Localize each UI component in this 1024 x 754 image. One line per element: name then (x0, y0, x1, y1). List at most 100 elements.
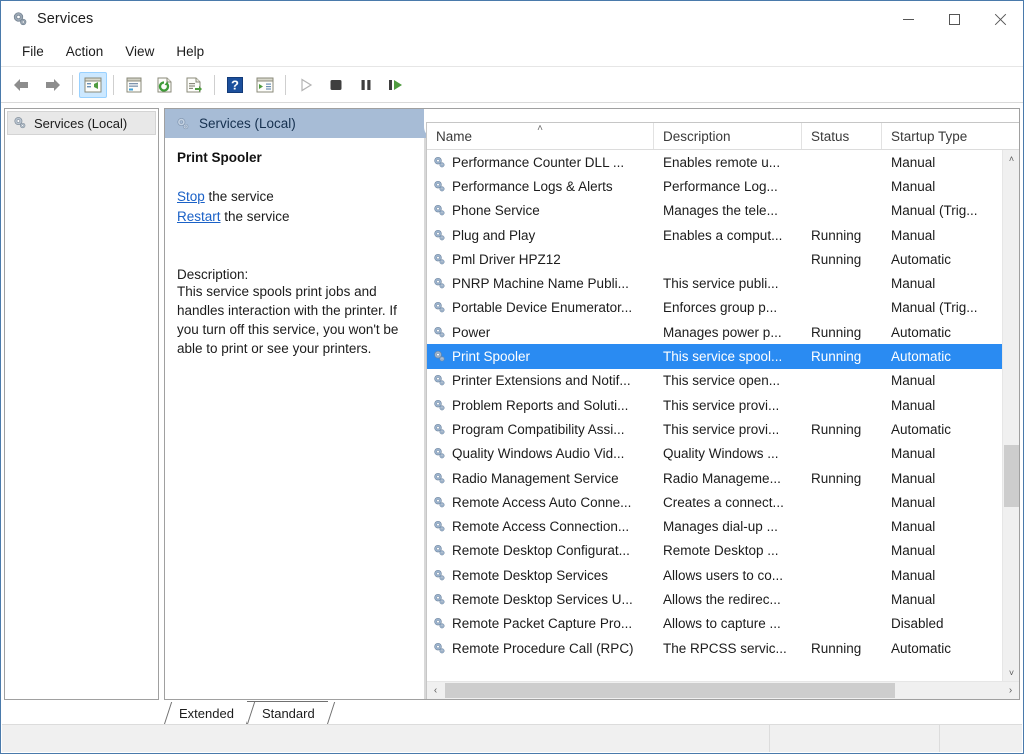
table-row[interactable]: Remote Access Connection...Manages dial-… (427, 514, 1002, 538)
cell-name: Plug and Play (427, 228, 654, 243)
scroll-down-icon[interactable]: ˅ (1003, 664, 1019, 681)
service-gear-icon (432, 616, 447, 631)
menu-action[interactable]: Action (55, 41, 115, 62)
pause-service-button[interactable] (352, 72, 380, 98)
column-header-status[interactable]: Status (802, 123, 882, 149)
table-row[interactable]: Performance Logs & AlertsPerformance Log… (427, 174, 1002, 198)
menu-help[interactable]: Help (165, 41, 215, 62)
scroll-up-icon[interactable]: ˄ (1003, 150, 1019, 167)
refresh-icon (154, 76, 174, 94)
cell-name: Performance Counter DLL ... (427, 155, 654, 170)
horizontal-scrollbar[interactable]: ‹ › (427, 681, 1019, 699)
detail-service-name: Print Spooler (177, 150, 414, 165)
table-row[interactable]: Program Compatibility Assi... This servic… (427, 417, 1002, 441)
service-name-label: Print Spooler (452, 349, 530, 364)
table-row[interactable]: Remote Packet Capture Pro...Allows to ca… (427, 612, 1002, 636)
cell-startup-type: Manual (882, 155, 1000, 170)
table-row[interactable]: Remote Desktop Services U...Allows the r… (427, 587, 1002, 611)
table-row[interactable]: Printer Extensions and Notif...This serv… (427, 369, 1002, 393)
column-header-startup-type[interactable]: Startup Type (882, 123, 1000, 149)
cell-description: Creates a connect... (654, 495, 802, 510)
restart-the-service-link[interactable]: Restart (177, 209, 221, 224)
show-hide-action-pane-button[interactable] (251, 72, 279, 98)
minimize-icon (903, 19, 914, 20)
table-row[interactable]: Remote Access Auto Conne... Creates a con… (427, 490, 1002, 514)
table-row[interactable]: Radio Management ServiceRadio Manageme..… (427, 466, 1002, 490)
table-row[interactable]: Performance Counter DLL ...Enables remot… (427, 150, 1002, 174)
scroll-left-icon[interactable]: ‹ (427, 682, 444, 699)
stop-service-button[interactable] (322, 72, 350, 98)
service-name-label: Remote Desktop Services U... (452, 592, 633, 607)
console-tree-pane: Services (Local) (4, 108, 159, 700)
results-pane: Services (Local) Print Spooler Stop the … (164, 108, 1020, 700)
export-list-button[interactable] (180, 72, 208, 98)
forward-button[interactable] (38, 72, 66, 98)
service-gear-icon (432, 325, 447, 340)
table-row[interactable]: Plug and PlayEnables a comput...RunningM… (427, 223, 1002, 247)
cell-name: PNRP Machine Name Publi... (427, 276, 654, 291)
cell-status: Running (802, 325, 882, 340)
service-name-label: Remote Access Auto Conne... (452, 495, 631, 510)
column-header-name[interactable]: ˄ Name (427, 123, 654, 149)
cell-description: This service provi... (654, 422, 802, 437)
menu-view[interactable]: View (114, 41, 165, 62)
cell-startup-type: Manual (882, 519, 1000, 534)
cell-description: This service open... (654, 373, 802, 388)
tab-standard-label: Standard (262, 706, 315, 721)
stop-the-service-suffix: the service (205, 189, 274, 204)
menu-file[interactable]: File (11, 41, 55, 62)
tab-extended[interactable]: Extended (164, 702, 247, 725)
maximize-button[interactable] (931, 1, 977, 37)
cell-startup-type: Manual (882, 276, 1000, 291)
horizontal-scroll-thumb[interactable] (445, 683, 895, 698)
stop-the-service-link[interactable]: Stop (177, 189, 205, 204)
cell-name: Remote Desktop Services U... (427, 592, 654, 607)
restart-service-button[interactable] (382, 72, 410, 98)
arrow-right-icon (42, 77, 62, 93)
service-gear-icon (432, 543, 447, 558)
refresh-button[interactable] (150, 72, 178, 98)
services-window: Services File Action View Help (0, 0, 1024, 754)
close-button[interactable] (977, 1, 1023, 37)
table-row[interactable]: Remote Desktop ServicesAllows users to c… (427, 563, 1002, 587)
service-name-label: Radio Management Service (452, 471, 619, 486)
tree-item-services-local[interactable]: Services (Local) (7, 111, 156, 135)
status-bar-middle (770, 725, 940, 752)
restart-the-service-row: Restart the service (177, 207, 414, 227)
service-gear-icon (432, 568, 447, 583)
start-service-button[interactable] (292, 72, 320, 98)
stop-icon (328, 77, 344, 93)
table-row[interactable]: Remote Desktop Configurat...Remote Deskt… (427, 539, 1002, 563)
restart-the-service-suffix: the service (221, 209, 290, 224)
service-name-label: Program Compatibility Assi... (452, 422, 625, 437)
cell-description: Remote Desktop ... (654, 543, 802, 558)
column-header-description[interactable]: Description (654, 123, 802, 149)
table-row[interactable]: Quality Windows Audio Vid...Quality Wind… (427, 442, 1002, 466)
table-row[interactable]: Remote Procedure Call (RPC)The RPCSS ser… (427, 636, 1002, 660)
help-button[interactable]: ? (221, 72, 249, 98)
service-name-label: Performance Logs & Alerts (452, 179, 613, 194)
scroll-right-icon[interactable]: › (1002, 682, 1019, 699)
vertical-scroll-thumb[interactable] (1004, 445, 1019, 507)
table-row[interactable]: Phone ServiceManages the tele...Manual (… (427, 199, 1002, 223)
cell-startup-type: Manual (882, 592, 1000, 607)
table-row[interactable]: PNRP Machine Name Publi...This service p… (427, 271, 1002, 295)
cell-startup-type: Manual (882, 373, 1000, 388)
table-row[interactable]: Pml Driver HPZ12RunningAutomatic (427, 247, 1002, 271)
tab-standard[interactable]: Standard (247, 701, 328, 725)
service-name-label: Phone Service (452, 203, 540, 218)
cell-name: Phone Service (427, 203, 654, 218)
status-bar-main (2, 725, 770, 752)
table-row[interactable]: Problem Reports and Soluti...This servic… (427, 393, 1002, 417)
properties-button[interactable] (120, 72, 148, 98)
cell-name: Problem Reports and Soluti... (427, 398, 654, 413)
service-detail-pane: Print Spooler Stop the service Restart t… (165, 138, 424, 699)
minimize-button[interactable] (885, 1, 931, 37)
show-hide-console-tree-button[interactable] (79, 72, 107, 98)
table-row[interactable]: PowerManages power p...RunningAutomatic (427, 320, 1002, 344)
back-button[interactable] (8, 72, 36, 98)
vertical-scrollbar[interactable]: ˄ ˅ (1002, 150, 1019, 681)
cell-name: Remote Desktop Configurat... (427, 543, 654, 558)
table-row[interactable]: Portable Device Enumerator...Enforces gr… (427, 296, 1002, 320)
table-row[interactable]: Print SpoolerThis service spool...Runnin… (427, 344, 1002, 368)
